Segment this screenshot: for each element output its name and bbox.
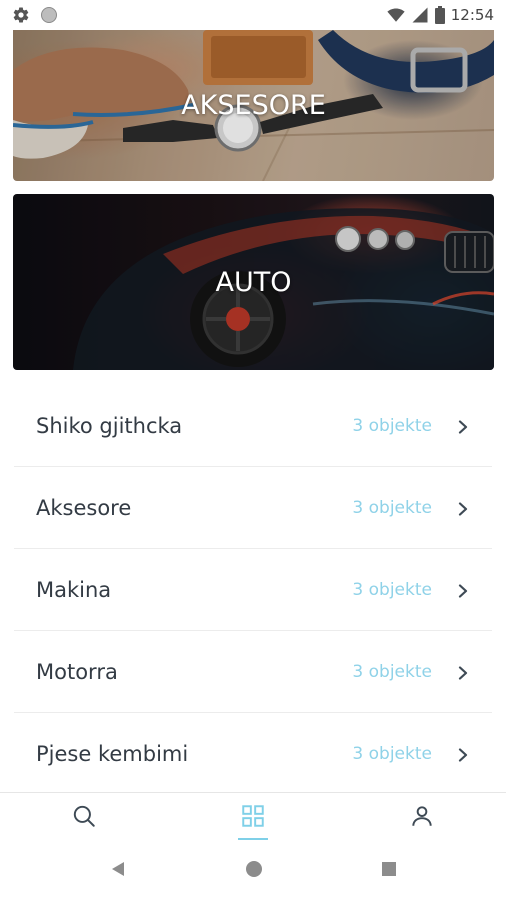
list-item-count: 3 objekte [352,415,432,436]
nav-categories-button[interactable] [169,793,338,842]
list-item-label: Makina [36,577,112,602]
chevron-right-icon [456,419,470,434]
list-item-count: 3 objekte [352,661,432,682]
list-item-label: Aksesore [36,495,132,520]
list-item-label: Motorra [36,659,118,684]
banner-aksesore[interactable]: AKSESORE [13,30,494,181]
list-item-count: 3 objekte [352,579,432,600]
bottom-nav [0,792,506,842]
back-icon[interactable] [109,860,127,882]
chevron-right-icon [456,665,470,680]
banner-title-aksesore: AKSESORE [181,90,326,121]
list-item-count: 3 objekte [352,744,432,764]
list-item-shiko-gjithcka[interactable]: Shiko gjithcka 3 objekte [14,385,492,467]
chevron-right-icon [456,583,470,598]
home-icon[interactable] [245,860,263,882]
wifi-icon [387,6,405,24]
user-icon [409,803,435,833]
signal-icon [411,6,429,24]
banner-auto[interactable]: AUTO [13,194,494,370]
list-item-aksesore[interactable]: Aksesore 3 objekte [14,467,492,549]
nav-search-button[interactable] [0,793,169,842]
list-item-label: Pjese kembimi [36,742,189,766]
status-bar: 12:54 [0,0,506,30]
list-item-makina[interactable]: Makina 3 objekte [14,549,492,631]
category-list: Shiko gjithcka 3 objekte Aksesore 3 obje… [0,385,506,795]
active-tab-indicator [238,838,268,840]
status-time: 12:54 [450,6,494,24]
chevron-right-icon [456,501,470,516]
nav-profile-button[interactable] [337,793,506,842]
system-nav-bar [0,842,506,900]
list-item-motorra[interactable]: Motorra 3 objekte [14,631,492,713]
battery-icon [434,6,445,24]
circle-icon [40,6,58,24]
banner-title-auto: AUTO [215,266,292,298]
list-item-count: 3 objekte [352,497,432,518]
gear-icon [12,6,30,24]
chevron-right-icon [456,747,470,762]
search-icon [71,803,97,833]
recents-icon[interactable] [381,861,397,881]
list-item-pjese-kembimi[interactable]: Pjese kembimi 3 objekte [14,713,492,795]
list-item-label: Shiko gjithcka [36,413,183,438]
grid-icon [240,803,266,833]
